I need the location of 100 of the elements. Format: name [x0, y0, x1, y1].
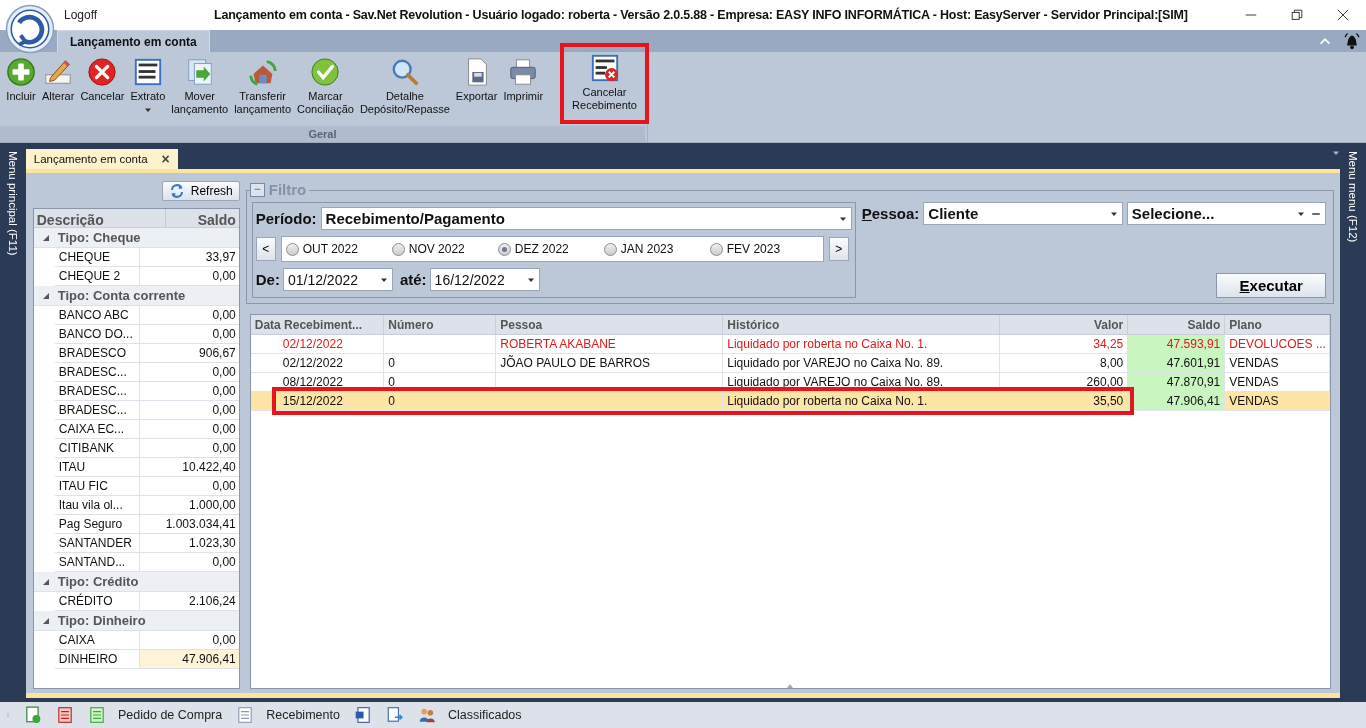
people-icon[interactable] — [417, 706, 436, 724]
column-header[interactable]: Valor — [999, 315, 1128, 335]
table-row[interactable]: 02/12/2022 0 JÕAO PAULO DE BARROS Liquidado por VAREJO no Caixa No. 89. 8,00 47.601,91 VENDAS — [250, 353, 1330, 373]
table-cell-text: 1.003.034,41 — [164, 516, 237, 533]
table-cell: 8,00 — [1099, 356, 1124, 370]
table-cell-text: 1.023,30 — [188, 535, 237, 552]
table-cell: 47.906,41 — [139, 650, 239, 668]
document-dollar-icon[interactable] — [24, 706, 42, 724]
table-cell-text: 0,00 — [211, 440, 237, 457]
month-radio[interactable]: DEZ 2022 — [497, 242, 582, 256]
table-cell: DEVOLUCOES ... — [1229, 337, 1326, 351]
tab-list-caret-icon[interactable] — [1332, 149, 1341, 157]
period-dropdown[interactable]: Recebimento/Pagamento — [320, 207, 852, 230]
side-menu-tab[interactable]: Menu menu (F12) — [1347, 151, 1360, 702]
group-label: Geral — [0, 126, 645, 142]
cancel-icon — [87, 57, 118, 87]
date-field[interactable]: 01/12/2022 — [282, 268, 393, 291]
table-cell: SANTAND... — [54, 553, 140, 571]
table-cell: 08/12/2022 — [282, 375, 343, 389]
window-title: Lançamento em conta - Sav.Net Revolution - Usuário logado: roberta - Versão 2.0.5.88 - Empresa: EASY INFO INFORMÁTICA - Host: EasyServer - Servidor Principal:[SIM] — [214, 8, 1188, 22]
expanded-triangle-icon[interactable] — [41, 577, 50, 586]
ribbon-button[interactable]: Incluir — [3, 57, 39, 103]
ribbon-button[interactable]: Extrato — [127, 57, 169, 114]
bell-icon[interactable] — [1342, 31, 1362, 51]
table-row[interactable]: 08/12/2022 0 Liquidado por VAREJO no Caixa No. 89. 260,00 47.870,91 VENDAS — [250, 372, 1330, 392]
taskbar-label[interactable]: Recebimento — [266, 708, 340, 722]
column-header[interactable]: Plano — [1224, 315, 1330, 335]
field-label: até: — [399, 271, 427, 288]
table-cell: 260,00 — [1086, 375, 1124, 389]
table-cell: 0 — [388, 394, 395, 408]
document-arrow-icon[interactable] — [385, 706, 404, 724]
pencil-icon — [43, 57, 74, 87]
column-header[interactable]: Número — [383, 315, 496, 335]
ribbon-button[interactable]: Detalhe Depósito/Repasse — [356, 57, 453, 116]
table-cell: SANTANDER — [54, 534, 140, 552]
ribbon-button[interactable]: Transferir lançamento — [231, 57, 295, 116]
side-menu-tab[interactable]: Menu principal (F11) — [6, 151, 19, 702]
ribbon-button[interactable]: Mover lançamento — [168, 57, 232, 116]
person-type-dropdown[interactable]: Cliente — [923, 202, 1123, 225]
table-cell: Itau vila ol... — [54, 496, 140, 514]
column-header[interactable]: Histórico — [722, 315, 1000, 335]
list-icon[interactable] — [56, 706, 74, 724]
close-icon[interactable] — [1336, 8, 1350, 22]
group-row-label: Tipo: Crédito — [57, 574, 139, 589]
taskbar-label[interactable]: Pedido de Compra — [118, 708, 223, 722]
column-header[interactable]: Saldo — [1127, 315, 1225, 335]
next-button[interactable]: > — [828, 237, 849, 261]
table-cell-text: 0,00 — [211, 632, 237, 649]
transfer-icon — [247, 57, 278, 87]
execute-button[interactable]: Executar — [1216, 273, 1327, 298]
table-cell: ITAU FIC — [54, 477, 140, 495]
logoff-link[interactable]: Logoff — [64, 8, 214, 22]
previous-button[interactable]: < — [255, 237, 276, 261]
column-header[interactable]: Data Recebiment... — [250, 315, 384, 335]
column-header[interactable]: Pessoa — [495, 315, 723, 335]
refresh-button[interactable]: Refresh — [161, 181, 240, 201]
table-cell: 0 — [388, 375, 395, 389]
restore-icon[interactable] — [1290, 8, 1304, 22]
field-label: Pessoa: — [861, 205, 920, 222]
statement-icon — [132, 57, 163, 87]
document-tab[interactable]: Lançamento em conta × — [25, 149, 178, 169]
caret-icon — [143, 106, 152, 114]
date-field[interactable]: 16/12/2022 — [429, 268, 540, 291]
month-radio[interactable]: FEV 2023 — [709, 242, 794, 256]
table-row[interactable]: 02/12/2022 ROBERTA AKABANE Liquidado por roberta no Caixa No. 1. 34,25 47.593,91 DEVOLUCOES ... — [250, 334, 1330, 354]
month-radio[interactable]: NOV 2022 — [391, 242, 476, 256]
table-row[interactable]: 15/12/2022 0 Liquidado por roberta no Caixa No. 1. 35,50 47.906,41 VENDAS — [250, 391, 1330, 411]
expanded-triangle-icon[interactable] — [41, 616, 50, 625]
month-radio[interactable]: OUT 2022 — [285, 242, 370, 256]
ribbon-button[interactable]: Imprimir — [500, 57, 547, 103]
person-dropdown[interactable]: Selecione... — [1126, 202, 1327, 225]
column-header[interactable]: Saldo — [165, 209, 239, 227]
taskbar-label[interactable]: Classificados — [447, 708, 522, 722]
collapse-button[interactable]: − — [249, 182, 265, 197]
close-tab-button[interactable]: × — [161, 153, 170, 165]
ribbon-tab[interactable]: Lançamento em conta — [57, 30, 210, 52]
document-icon[interactable] — [236, 706, 255, 724]
checkmark-icon — [310, 57, 341, 87]
ribbon-button[interactable]: Marcar Conciliação — [294, 57, 357, 116]
expanded-triangle-icon[interactable] — [41, 233, 50, 242]
month-radio[interactable]: JAN 2023 — [603, 242, 688, 256]
ribbon-button[interactable]: Cancelar — [77, 57, 128, 103]
table-cell: Liquidado por roberta no Caixa No. 1. — [727, 394, 928, 408]
table-cell: Liquidado por VAREJO no Caixa No. 89. — [727, 356, 944, 370]
table-cell: CRÉDITO — [54, 592, 140, 610]
ribbon-button[interactable]: Alterar — [39, 57, 78, 103]
table-cell-text: 0,00 — [211, 421, 237, 438]
table-cell-text: 0,00 — [211, 383, 237, 400]
tab-label: Lançamento em conta — [33, 153, 148, 165]
table-cell: JÕAO PAULO DE BARROS — [500, 356, 651, 370]
document-w-icon[interactable] — [353, 706, 372, 724]
table-cell: Liquidado por VAREJO no Caixa No. 89. — [727, 375, 944, 389]
column-header[interactable]: Descrição — [33, 209, 166, 227]
table-cell: ROBERTA AKABANE — [500, 337, 616, 351]
ribbon-button[interactable]: Exportar — [452, 57, 501, 103]
splitter-arrow-icon[interactable] — [785, 682, 794, 690]
table-cell: DINHEIRO — [54, 650, 140, 668]
expanded-triangle-icon[interactable] — [41, 291, 50, 300]
table-cell: Pag Seguro — [54, 515, 140, 533]
ribbon-button[interactable]: Cancelar Recebimento — [564, 47, 645, 120]
